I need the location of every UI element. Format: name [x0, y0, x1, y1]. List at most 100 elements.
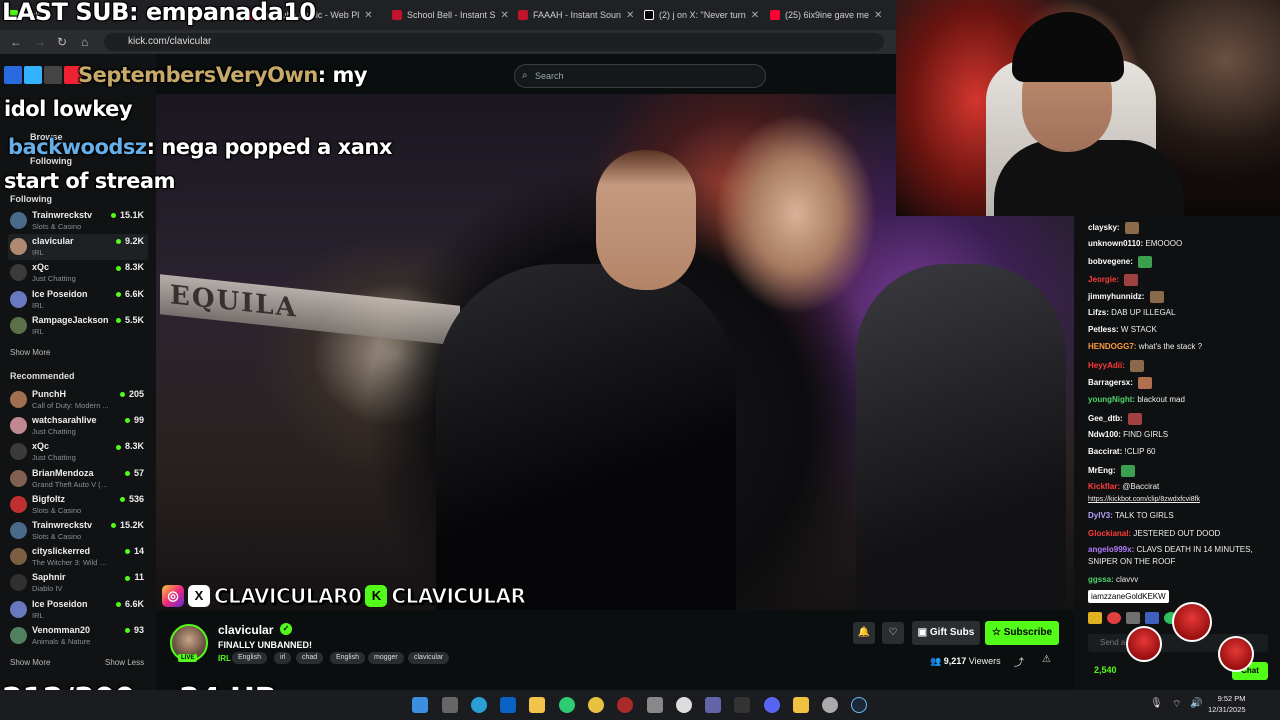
channel-item[interactable]: xQc Just Chatting 8.3K — [8, 260, 148, 286]
channel-item[interactable]: watchsarahlive Just Chatting 99 — [8, 413, 148, 439]
emote-icon[interactable] — [1145, 612, 1159, 624]
channel-points[interactable]: 2,540 — [1094, 665, 1117, 675]
chat-username[interactable]: claysky: — [1088, 223, 1120, 232]
file-explorer-icon[interactable] — [529, 697, 545, 713]
home-icon[interactable]: ⌂ — [81, 35, 88, 49]
stream-tag[interactable]: English — [330, 652, 365, 664]
show-less-recommended[interactable]: Show Less — [105, 658, 144, 667]
stream-category[interactable]: IRL — [218, 654, 231, 663]
chat-username[interactable]: jimmyhunnidz: — [1088, 292, 1144, 301]
back-icon[interactable]: ← — [10, 35, 22, 49]
share-icon[interactable]: ⤴ — [1014, 654, 1024, 669]
chat-username[interactable]: ggssa: — [1088, 575, 1114, 584]
chat-username[interactable]: youngNight: — [1088, 395, 1135, 404]
chrome-icon[interactable] — [588, 697, 604, 713]
edge-icon[interactable] — [471, 697, 487, 713]
stream-tag[interactable]: clavicular — [408, 652, 450, 664]
chat-username[interactable]: angelo999x: — [1088, 545, 1134, 554]
emote-icon[interactable] — [1088, 612, 1102, 624]
channel-item[interactable]: Trainwreckstv Slots & Casino 15.2K — [8, 518, 148, 544]
chat-username[interactable]: HENDOGG7: — [1088, 342, 1136, 351]
chat-username[interactable]: bobvegene: — [1088, 257, 1133, 266]
emote-icon[interactable] — [1107, 612, 1121, 624]
bell-icon[interactable]: 🔔 — [853, 622, 875, 644]
chat-username[interactable]: Kickflar: — [1088, 482, 1120, 491]
channel-item[interactable]: Trainwreckstv Slots & Casino 15.1K — [8, 208, 148, 234]
chat-username[interactable]: Gee_dtb: — [1088, 414, 1123, 423]
spotify-icon[interactable] — [559, 697, 575, 713]
heart-icon[interactable]: ♡ — [882, 622, 904, 644]
chat-username[interactable]: DylV3: — [1088, 511, 1113, 520]
chat-text[interactable]: https://kickbot.com/clip/8zwdxfcvi8fk — [1088, 496, 1200, 503]
wifi-icon[interactable]: ⌔ — [1172, 698, 1181, 711]
app-icon[interactable] — [617, 697, 633, 713]
subscribe-button[interactable]: ☆ Subscribe — [985, 621, 1059, 645]
store-icon[interactable] — [647, 697, 663, 713]
gift-subs-button[interactable]: ▣ Gift Subs — [912, 621, 980, 645]
stream-tag[interactable]: chad — [296, 652, 324, 664]
channel-viewers: 57 — [125, 468, 144, 478]
steam-icon[interactable] — [851, 697, 867, 713]
app-icon[interactable] — [734, 697, 750, 713]
stream-tag[interactable]: irl — [274, 652, 292, 664]
webcam-overlay — [896, 0, 1280, 216]
chat-username[interactable]: unknown0110: — [1088, 239, 1143, 248]
mic-icon[interactable]: 🎙 — [1150, 698, 1163, 709]
settings-icon[interactable] — [822, 697, 838, 713]
channel-item[interactable]: Bigfoltz Slots & Casino 536 — [8, 492, 148, 518]
chat-username[interactable]: Glockianal: — [1088, 529, 1131, 538]
chat-username[interactable]: Ndw100: — [1088, 430, 1121, 439]
search-input[interactable]: ⌕ Search — [514, 64, 766, 88]
reload-icon[interactable]: ↻ — [57, 35, 67, 49]
streamer-name[interactable]: clavicular — [218, 623, 273, 637]
instagram-icon: ◎ — [162, 585, 184, 607]
channel-item[interactable]: cityslickerred The Witcher 3: Wild Hunt 14 — [8, 544, 148, 570]
emote-icon[interactable] — [1126, 612, 1140, 624]
channel-item[interactable]: Ice Poseidon IRL 6.6K — [8, 287, 148, 313]
outlook-icon[interactable] — [500, 697, 516, 713]
chat-username[interactable]: HeyyAdii: — [1088, 361, 1125, 370]
close-tab-icon[interactable]: ✕ — [501, 10, 508, 21]
chat-username[interactable]: Petless: — [1088, 325, 1119, 334]
app-icon[interactable] — [793, 697, 809, 713]
task-view-icon[interactable] — [442, 697, 458, 713]
chat-username[interactable]: Baccirat: — [1088, 447, 1122, 456]
show-more-following[interactable]: Show More — [10, 348, 50, 357]
app-icon[interactable] — [676, 697, 692, 713]
clock[interactable]: 9:52 PM 12/31/2025 — [1208, 693, 1246, 715]
url-field[interactable]: kick.com/clavicular — [104, 33, 884, 51]
chat-username[interactable]: Jeorgie: — [1088, 275, 1119, 284]
channel-name: watchsarahlive — [32, 415, 97, 426]
show-more-recommended[interactable]: Show More — [10, 658, 50, 667]
close-tab-icon[interactable]: ✕ — [364, 10, 372, 21]
channel-item[interactable]: xQc Just Chatting 8.3K — [8, 439, 148, 465]
windows-start-icon[interactable] — [412, 697, 428, 713]
browser-tab[interactable]: School Bell - Instant S ✕ — [384, 4, 508, 26]
channel-item[interactable]: clavicular IRL 9.2K — [8, 234, 148, 261]
chat-username[interactable]: Lifzs: — [1088, 308, 1109, 317]
channel-item[interactable]: BrianMendoza Grand Theft Auto V (GTA) 57 — [8, 466, 148, 492]
channel-item[interactable]: RampageJackson IRL 5.5K — [8, 313, 148, 339]
close-tab-icon[interactable]: ✕ — [626, 10, 634, 21]
close-tab-icon[interactable]: ✕ — [751, 10, 759, 21]
browser-tab[interactable]: (2) j on X: "Never turn ✕ — [636, 4, 760, 26]
close-tab-icon[interactable]: ✕ — [874, 10, 882, 21]
report-icon[interactable]: ⚠ — [1042, 654, 1051, 665]
channel-name: cityslickerred — [32, 546, 91, 557]
forward-icon[interactable]: → — [34, 35, 46, 49]
channel-item[interactable]: Saphnir Diablo IV 11 — [8, 570, 148, 596]
channel-item[interactable]: Ice Poseidon IRL 6.6K — [8, 597, 148, 623]
channel-item[interactable]: PunchH Call of Duty: Modern ... 205 — [8, 387, 148, 413]
teams-icon[interactable] — [705, 697, 721, 713]
kick-logo-icon: K — [365, 585, 388, 607]
chat-message: Gee_dtb: — [1088, 413, 1274, 425]
stream-tag[interactable]: mogger — [368, 652, 404, 664]
browser-tab[interactable]: (25) 6ix9ine gave me ✕ — [762, 4, 886, 26]
discord-icon[interactable] — [764, 697, 780, 713]
browser-tab[interactable]: FAAAH - Instant Soun ✕ — [510, 4, 634, 26]
channel-item[interactable]: Venomman20 Animals & Nature 93 — [8, 623, 148, 649]
chat-username[interactable]: Barragersx: — [1088, 378, 1133, 387]
chat-username[interactable]: MrEng: — [1088, 466, 1116, 475]
stream-tag[interactable]: English — [232, 652, 267, 664]
volume-icon[interactable]: 🔊 — [1190, 698, 1202, 709]
